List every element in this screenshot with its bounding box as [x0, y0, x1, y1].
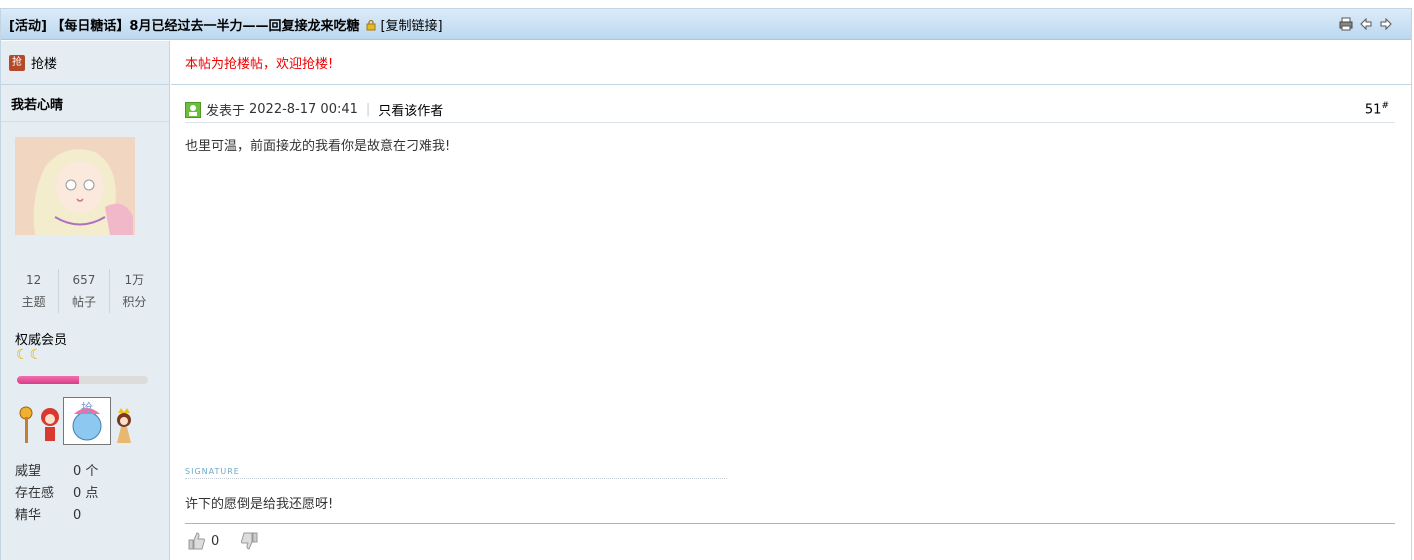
online-status-icon [185, 101, 201, 118]
moon-icon: ☾ [16, 347, 29, 363]
medal-princess-icon[interactable] [113, 405, 135, 445]
medal-girl-icon[interactable] [39, 405, 61, 445]
thumbs-down-icon[interactable] [239, 531, 259, 551]
vote-bar: 0 [187, 531, 259, 551]
divider: | [365, 102, 371, 117]
prev-arrow-icon[interactable] [1359, 17, 1373, 31]
grab-notice: 本帖为抢楼帖，欢迎抢楼! [171, 41, 1411, 85]
author-stats: 12 主题 657 帖子 1万 积分 [9, 269, 159, 313]
signature-text: 许下的愿倒是给我还愿呀! [185, 497, 334, 512]
thread-tools [1339, 17, 1393, 31]
info-reputation: 威望 0 个 [15, 464, 99, 479]
stat-threads[interactable]: 12 主题 [9, 269, 60, 313]
post-content: 也里可温，前面接龙的我看你是故意在刁难我! [185, 139, 451, 154]
medal-list: 抢 [15, 397, 135, 445]
post-frame: [活动] 【每日糖话】8月已经过去一半力——回复接龙来吃糖 [复制链接] 抢 抢… [0, 8, 1412, 560]
thread-header: [活动] 【每日糖话】8月已经过去一半力——回复接龙来吃糖 [复制链接] [1, 9, 1411, 40]
moon-icon: ☾ [29, 347, 43, 363]
info-presence: 存在感 0 点 [15, 486, 99, 501]
level-progress-fill [17, 376, 79, 384]
author-sidebar: 抢 抢楼 我若心晴 12 主题 657 帖子 1万 积分 权威会员 ☾ ☾ 抢 … [1, 41, 170, 560]
next-arrow-icon[interactable] [1379, 17, 1393, 31]
author-info: 威望 0 个 存在感 0 点 精华 0 [15, 461, 98, 527]
signature-label: SIGNATURE [185, 467, 244, 476]
posted-time: 2022-8-17 00:41 [249, 102, 358, 117]
thread-title[interactable]: [活动] 【每日糖话】8月已经过去一半力——回复接龙来吃糖 [9, 15, 359, 34]
copy-link-button[interactable]: [复制链接] [380, 15, 442, 34]
grab-label: 抢楼 [31, 57, 58, 72]
post-meta: 发表于 2022-8-17 00:41 | 只看该作者 51# [185, 97, 1395, 123]
level-icons: ☾ ☾ [16, 347, 42, 363]
member-rank[interactable]: 权威会员 [15, 329, 67, 348]
info-digest: 精华 0 [15, 508, 82, 523]
lock-icon [365, 19, 377, 31]
like-count: 0 [211, 533, 220, 549]
thumbs-up-icon[interactable] [187, 531, 207, 551]
stat-posts[interactable]: 657 帖子 [59, 269, 110, 313]
grab-floor[interactable]: 抢 抢楼 [1, 41, 169, 85]
medal-staff-icon[interactable] [15, 405, 37, 445]
print-icon[interactable] [1339, 17, 1353, 31]
floor-number[interactable]: 51# [1365, 101, 1389, 117]
stat-points[interactable]: 1万 积分 [110, 269, 159, 313]
level-progress-bar [17, 376, 148, 384]
posted-prefix: 发表于 [206, 104, 246, 119]
post-bottom-divider [185, 523, 1395, 524]
svg-text:抢: 抢 [81, 400, 93, 415]
grab-icon: 抢 [9, 54, 25, 71]
medal-grab-icon[interactable]: 抢 [63, 397, 111, 445]
only-author-link[interactable]: 只看该作者 [378, 100, 443, 119]
avatar[interactable] [15, 137, 135, 235]
signature-divider: SIGNATURE [185, 467, 727, 479]
author-name[interactable]: 我若心晴 [1, 85, 169, 122]
